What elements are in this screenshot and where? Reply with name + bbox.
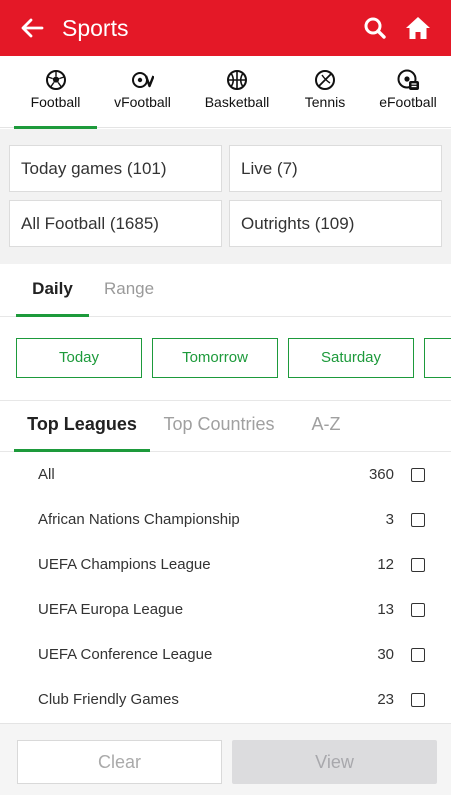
tab-basketball[interactable]: Basketball	[198, 56, 276, 128]
league-row[interactable]: All 360	[0, 453, 451, 498]
tab-football-label: Football	[30, 94, 81, 110]
all-football-button[interactable]: All Football (1685)	[9, 200, 222, 247]
outrights-button[interactable]: Outrights (109)	[229, 200, 442, 247]
day-tomorrow-button[interactable]: Tomorrow	[152, 338, 278, 378]
tennis-icon	[315, 70, 335, 90]
day-selector: Today Tomorrow Saturday	[0, 317, 451, 401]
tab-vfootball-label: vFootball	[114, 94, 171, 110]
tab-efootball-label: eFootball	[379, 94, 437, 110]
league-tabs: Top Leagues Top Countries A-Z	[0, 401, 451, 452]
league-count: 30	[377, 646, 394, 663]
sport-tabs: Football vFootball Basketball Tennis eFo…	[0, 56, 451, 129]
league-count: 23	[377, 691, 394, 708]
back-button[interactable]	[18, 14, 46, 42]
league-row[interactable]: Club Friendly Games 23	[0, 678, 451, 723]
tab-a-z[interactable]: A-Z	[305, 401, 347, 451]
vfootball-icon	[131, 72, 154, 88]
league-count: 360	[368, 466, 394, 483]
league-checkbox[interactable]	[411, 603, 425, 617]
league-name: Club Friendly Games	[38, 691, 179, 708]
efootball-icon	[397, 69, 419, 90]
day-next-button[interactable]	[424, 338, 451, 378]
today-games-button[interactable]: Today games (101)	[9, 145, 222, 192]
back-arrow-icon	[21, 18, 44, 38]
search-icon	[364, 17, 386, 39]
tab-range[interactable]: Range	[104, 264, 160, 316]
league-row[interactable]: African Nations Championship 3	[0, 498, 451, 543]
search-button[interactable]	[362, 15, 388, 41]
view-button[interactable]: View	[232, 740, 437, 784]
league-list: All 360 African Nations Championship 3 U…	[0, 453, 451, 723]
tab-daily[interactable]: Daily	[16, 264, 89, 317]
live-button[interactable]: Live (7)	[229, 145, 442, 192]
day-today-button[interactable]: Today	[16, 338, 142, 378]
day-saturday-button[interactable]: Saturday	[288, 338, 414, 378]
tab-tennis[interactable]: Tennis	[296, 56, 354, 128]
tab-vfootball[interactable]: vFootball	[106, 56, 179, 128]
league-count: 12	[377, 556, 394, 573]
tab-efootball[interactable]: eFootball	[372, 56, 444, 128]
basketball-icon	[227, 70, 247, 90]
clear-button[interactable]: Clear	[17, 740, 222, 784]
tab-basketball-label: Basketball	[204, 94, 270, 110]
tab-football[interactable]: Football	[14, 56, 97, 129]
league-name: UEFA Champions League	[38, 556, 211, 573]
footer-actions: Clear View	[0, 723, 451, 795]
period-tabs: Daily Range	[0, 264, 451, 317]
home-button[interactable]	[404, 14, 432, 42]
league-checkbox[interactable]	[411, 558, 425, 572]
league-name: All	[38, 466, 55, 483]
league-checkbox[interactable]	[411, 648, 425, 662]
league-count: 13	[377, 601, 394, 618]
page-title: Sports	[62, 15, 129, 41]
league-row[interactable]: UEFA Champions League 12	[0, 543, 451, 588]
league-checkbox[interactable]	[411, 693, 425, 707]
football-icon	[45, 70, 66, 90]
league-name: African Nations Championship	[38, 511, 240, 528]
league-row[interactable]: UEFA Conference League 30	[0, 633, 451, 678]
league-row[interactable]: UEFA Europa League 13	[0, 588, 451, 633]
league-name: UEFA Europa League	[38, 601, 184, 618]
home-icon	[406, 17, 430, 39]
league-name: UEFA Conference League	[38, 646, 213, 663]
league-checkbox[interactable]	[411, 513, 425, 527]
league-checkbox[interactable]	[411, 468, 425, 482]
tab-tennis-label: Tennis	[304, 94, 346, 110]
tab-top-countries[interactable]: Top Countries	[161, 401, 277, 451]
quick-filters: Today games (101) Live (7) All Football …	[0, 129, 451, 264]
tab-top-leagues[interactable]: Top Leagues	[14, 401, 150, 452]
league-count: 3	[385, 511, 394, 528]
app-header: Sports	[0, 0, 451, 56]
